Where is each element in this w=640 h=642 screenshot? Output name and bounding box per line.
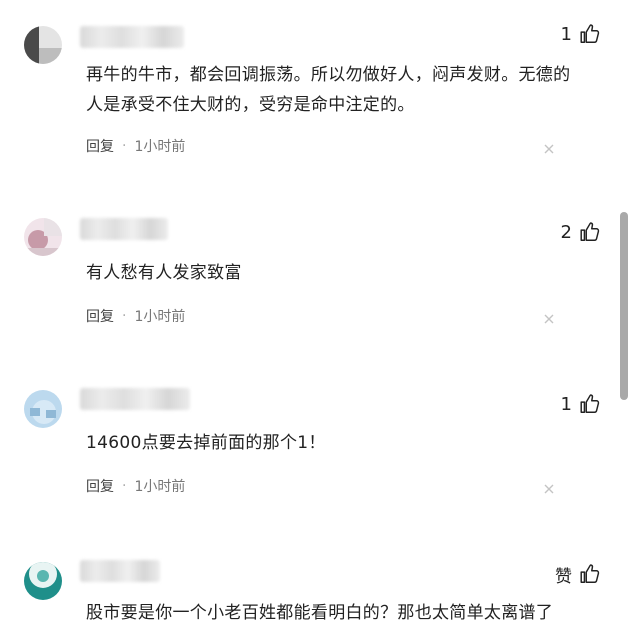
comment-text: 14600点要去掉前面的那个1！ <box>86 433 326 453</box>
like-button[interactable]: 2 <box>561 218 600 246</box>
timestamp: 1小时前 <box>134 309 186 325</box>
thumbs-up-icon <box>580 564 600 583</box>
like-count: 1 <box>560 23 572 45</box>
username-blurred[interactable] <box>80 560 160 582</box>
close-icon[interactable] <box>542 482 556 496</box>
comment-actions: 回复 · 1小时前 <box>86 306 185 326</box>
reply-button[interactable]: 回复 <box>86 306 114 326</box>
separator-dot: · <box>122 308 127 324</box>
like-count: 2 <box>560 221 572 243</box>
reply-button[interactable]: 回复 <box>86 136 114 156</box>
reply-button[interactable]: 回复 <box>86 476 114 496</box>
avatar[interactable] <box>24 218 62 256</box>
avatar[interactable] <box>24 562 62 600</box>
like-count: 1 <box>560 393 572 415</box>
close-icon[interactable] <box>542 142 556 156</box>
thumbs-up-icon <box>580 222 600 241</box>
comment-actions: 回复 · 1小时前 <box>86 136 185 156</box>
username-blurred[interactable] <box>80 218 168 240</box>
like-button[interactable]: 1 <box>561 20 600 48</box>
comment-text: 再牛的牛市，都会回调振荡。所以勿做好人，闷声发财。无德的人是承受不住大财的，受穷… <box>86 65 571 115</box>
comment-text: 有人愁有人发家致富 <box>86 263 242 283</box>
avatar[interactable] <box>24 390 62 428</box>
thumbs-up-icon <box>580 24 600 43</box>
username-blurred[interactable] <box>80 26 184 48</box>
thumbs-up-icon <box>580 394 600 413</box>
like-button[interactable]: 1 <box>561 390 600 418</box>
scrollbar-thumb[interactable] <box>620 212 628 400</box>
comment-text: 股市要是你一个小老百姓都能看明白的？那也太简单太离谱了 <box>86 603 554 623</box>
timestamp: 1小时前 <box>134 139 186 155</box>
username-blurred[interactable] <box>80 388 190 410</box>
close-icon[interactable] <box>542 312 556 326</box>
like-label: 赞 <box>555 566 572 587</box>
avatar[interactable] <box>24 26 62 64</box>
separator-dot: · <box>122 478 127 494</box>
timestamp: 1小时前 <box>134 479 186 495</box>
separator-dot: · <box>122 138 127 154</box>
comment-actions: 回复 · 1小时前 <box>86 476 185 496</box>
like-button[interactable]: 赞 <box>555 560 600 588</box>
